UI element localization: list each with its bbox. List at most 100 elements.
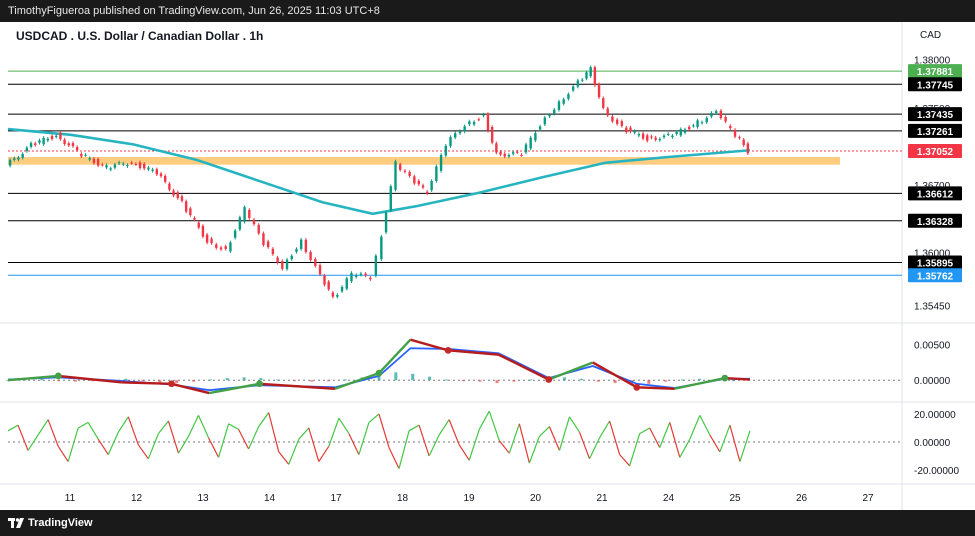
oscillator-segment <box>558 416 571 451</box>
candle-body <box>597 84 601 98</box>
candle-body <box>654 137 657 140</box>
candle-body <box>548 114 551 117</box>
macd-line-segment <box>208 382 260 395</box>
oscillator-segment <box>217 423 230 458</box>
candle-body <box>71 143 75 147</box>
oscillator-segment <box>37 419 49 436</box>
candle-body <box>641 133 645 139</box>
candle-body <box>243 207 246 222</box>
candle-body <box>581 79 584 81</box>
candle-body <box>138 162 142 169</box>
candle-body <box>189 208 192 216</box>
oscillator-segment <box>147 433 159 460</box>
candle-body <box>46 138 50 141</box>
candle-body <box>538 126 542 130</box>
candle-body <box>571 86 575 91</box>
candle-body <box>88 158 91 160</box>
macd-histogram-bar <box>681 379 685 381</box>
time-tick: 17 <box>330 493 342 504</box>
candle-body <box>17 157 20 160</box>
oscillator-segment <box>578 431 591 460</box>
candle-body <box>233 230 237 238</box>
candle-body <box>113 164 117 168</box>
time-tick: 13 <box>197 493 209 504</box>
candle-body <box>354 275 358 277</box>
macd-histogram-bar <box>141 380 145 382</box>
candle-body <box>746 143 750 154</box>
oscillator-segment <box>338 417 350 434</box>
candle-body <box>615 119 619 124</box>
candle-body <box>252 219 256 225</box>
oscillator-segment <box>308 427 320 462</box>
oscillator-segment <box>157 420 169 434</box>
level-label: 1.36328 <box>917 217 954 228</box>
candle-body <box>667 133 670 135</box>
oscillator-segment <box>17 424 29 451</box>
oscillator-segment <box>67 427 79 462</box>
candle-body <box>472 121 476 125</box>
macd-histogram-bar <box>579 378 583 381</box>
macd-line-segment <box>497 353 550 381</box>
oscillator-segment <box>137 444 149 460</box>
candle-body <box>163 175 167 182</box>
macd-cross-marker <box>256 380 263 388</box>
candle-body <box>454 133 457 138</box>
macd-cross-marker <box>375 369 383 377</box>
macd-histogram-bar <box>596 380 600 382</box>
candle-body <box>336 294 339 297</box>
candle-body <box>683 129 687 133</box>
candle-body <box>403 170 407 172</box>
candle-body <box>75 147 79 151</box>
candle-body <box>8 159 12 166</box>
candle-body <box>394 161 397 190</box>
oscillator-segment <box>528 436 540 464</box>
oscillator-segment <box>599 420 611 439</box>
candle-body <box>637 134 641 136</box>
tradingview-logo-icon <box>8 518 24 528</box>
candle-body <box>197 222 200 228</box>
candle-body <box>439 154 443 171</box>
macd-histogram-bar <box>310 380 314 382</box>
candle-body <box>281 261 284 269</box>
level-label: 1.37052 <box>917 147 954 158</box>
candle-body <box>696 120 699 127</box>
candle-body <box>516 151 519 153</box>
publisher-bar: TimothyFigueroa published on TradingView… <box>0 0 975 22</box>
candle-body <box>350 272 353 282</box>
macd-signal-line <box>7 347 750 392</box>
oscillator-segment <box>127 416 139 446</box>
macd-histogram-bar <box>57 380 61 382</box>
chart-svg[interactable]: USDCAD . U.S. Dollar / Canadian Dollar .… <box>0 22 975 510</box>
oscillator-segment <box>468 429 480 461</box>
time-tick: 20 <box>530 493 542 504</box>
oscillator-segment <box>609 420 621 455</box>
macd-cross-marker <box>545 376 553 383</box>
macd-line-segment <box>592 361 638 389</box>
macd-histogram-bar <box>242 377 246 381</box>
brand-bar: TradingView <box>0 510 975 536</box>
candle-body <box>285 259 289 270</box>
candle-body <box>130 162 133 164</box>
chart-area[interactable]: USDCAD . U.S. Dollar / Canadian Dollar .… <box>0 22 975 510</box>
candle-body <box>309 252 312 260</box>
candle-body <box>463 126 466 132</box>
candle-body <box>364 273 367 276</box>
oscillator-segment <box>388 447 400 469</box>
price-tick: 1.36700 <box>914 181 951 192</box>
brand-row: TradingView <box>8 510 975 536</box>
candle-body <box>520 154 523 156</box>
candle-body <box>399 164 402 170</box>
candle-body <box>105 165 108 168</box>
macd-histogram-bar <box>276 379 280 381</box>
oscillator-segment <box>508 423 520 454</box>
candle-body <box>155 169 159 175</box>
candle-body <box>629 127 632 132</box>
candle-body <box>562 99 565 104</box>
candle-body <box>168 183 171 190</box>
candle-body <box>109 168 112 170</box>
oscillator-segment <box>428 434 440 457</box>
oscillator-segment <box>207 437 220 458</box>
oscillator-segment <box>488 411 500 441</box>
oscillator-segment <box>699 415 711 436</box>
candle-body <box>215 244 218 248</box>
